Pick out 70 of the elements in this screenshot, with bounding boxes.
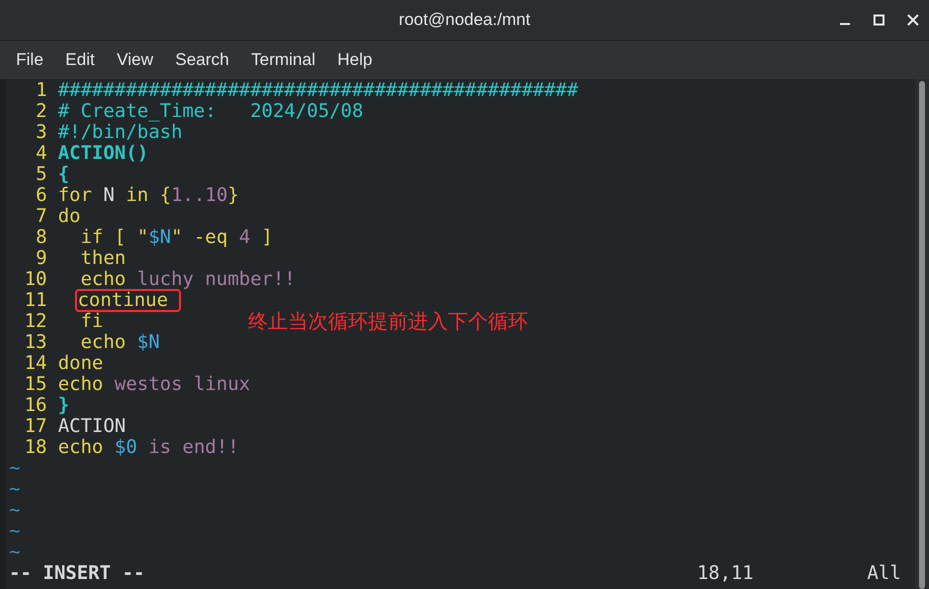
line-number: 15	[23, 374, 47, 395]
code-text: is end!!	[147, 437, 239, 458]
tilde-marker: ~	[9, 458, 20, 479]
code-text: westos linux	[114, 374, 250, 395]
code-text: ACTION()	[58, 143, 148, 164]
code-text: {	[158, 185, 172, 206]
code-text: echo	[58, 437, 104, 458]
code-text: $N	[148, 227, 172, 248]
line-number: 3	[34, 122, 47, 143]
tilde-marker: ~	[9, 521, 20, 542]
line-number: 5	[34, 164, 47, 185]
line-number: 10	[23, 269, 47, 290]
code-text: continue	[76, 290, 180, 311]
menu-item[interactable]: File	[6, 47, 54, 73]
tilde-marker: ~	[9, 500, 20, 521]
code-text: luchy number!!	[137, 269, 296, 290]
menu-item[interactable]: Search	[165, 47, 240, 73]
code-text: echo	[58, 374, 104, 395]
scroll-position: All	[867, 563, 901, 584]
code-text: fi	[80, 311, 104, 332]
code-text: #!/bin/bash	[58, 122, 182, 143]
menu-item[interactable]: Help	[327, 47, 382, 73]
line-number: 12	[23, 311, 47, 332]
tilde-marker: ~	[9, 479, 20, 500]
menu-item[interactable]: View	[106, 47, 164, 73]
mode-indicator: -- INSERT --	[9, 563, 145, 584]
line-number: 18	[23, 437, 47, 458]
line-number: 6	[34, 185, 47, 206]
line-number: 7	[34, 206, 47, 227]
line-number: 2	[34, 101, 47, 122]
window-title: root@nodea:/mnt	[398, 9, 530, 32]
scrollbar[interactable]	[915, 79, 929, 589]
code-text: " -eq	[171, 227, 229, 248]
code-text: if [ "	[80, 227, 148, 248]
code-text: 1..10	[171, 185, 228, 206]
code-text: }	[58, 395, 70, 416]
line-number: 1	[34, 80, 47, 101]
code-text: echo	[80, 269, 127, 290]
code-text: {	[58, 164, 70, 185]
line-number: 9	[34, 248, 47, 269]
line-number: 14	[23, 353, 47, 374]
code-text: N	[102, 185, 116, 206]
code-text: # Create_Time: 2024/05/08	[58, 101, 364, 122]
code-text: done	[58, 353, 104, 374]
line-number: 13	[23, 332, 47, 353]
code-text: ##############################################	[58, 80, 578, 101]
close-icon[interactable]	[907, 14, 919, 26]
code-text: then	[80, 248, 126, 269]
tilde-marker: ~	[9, 542, 20, 563]
code-text: ACTION	[58, 416, 126, 437]
annotation-text: 终止当次循环提前进入下个循环	[248, 311, 528, 332]
code-text: }	[228, 185, 239, 206]
code-text: ]	[260, 227, 273, 248]
code-text: echo	[80, 332, 127, 353]
scrollbar-thumb[interactable]	[919, 81, 925, 589]
code-text: $N	[137, 332, 160, 353]
code-text: do	[58, 206, 81, 227]
line-number: 4	[34, 143, 47, 164]
maximize-icon[interactable]	[873, 14, 885, 26]
line-number: 17	[23, 416, 47, 437]
code-text: for	[58, 185, 92, 206]
menu-item[interactable]: Terminal	[241, 47, 326, 73]
code-text: in	[126, 185, 148, 206]
line-number: 11	[23, 290, 47, 311]
code-text: 4	[238, 227, 250, 248]
line-number: 8	[34, 227, 47, 248]
code-text: $0	[114, 437, 138, 458]
menu-item[interactable]: Edit	[55, 47, 105, 73]
cursor-position: 18,11	[697, 563, 755, 584]
line-number: 16	[23, 395, 47, 416]
